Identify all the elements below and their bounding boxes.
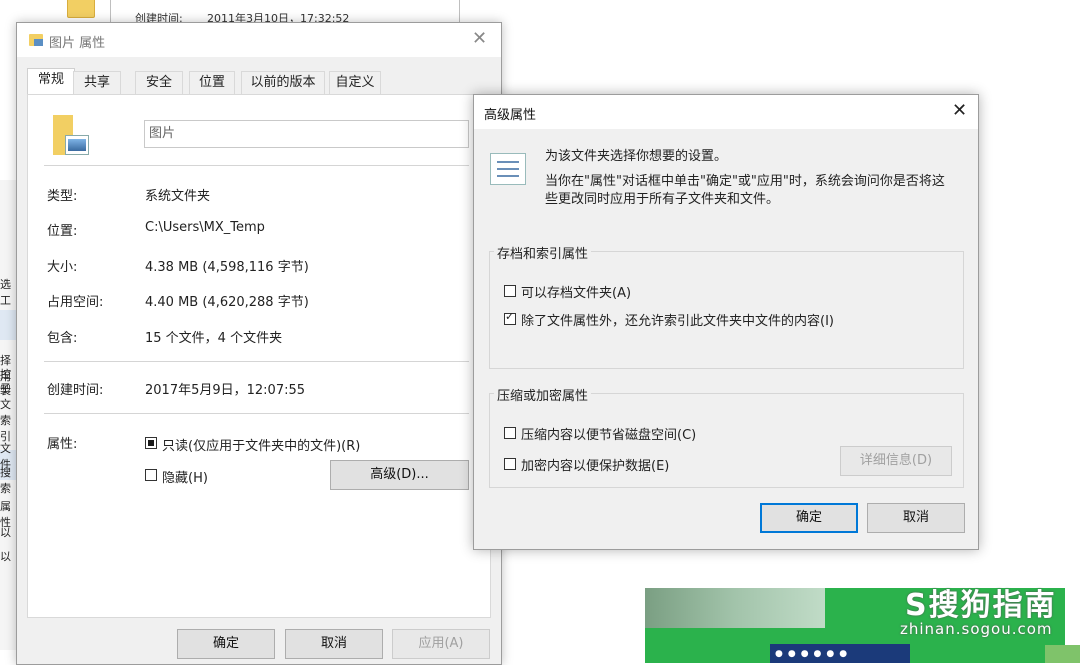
created-label: 创建时间: bbox=[47, 383, 104, 398]
contains-value: 15 个文件，4 个文件夹 bbox=[145, 331, 283, 346]
folder-icon bbox=[67, 0, 95, 18]
properties-titlebar[interactable]: 图片 属性 ✕ bbox=[17, 23, 501, 57]
created-value: 2017年5月9日，12:07:55 bbox=[145, 383, 306, 398]
attributes-label: 属性: bbox=[47, 437, 78, 452]
readonly-label: 只读(仅应用于文件夹中的文件)(R) bbox=[162, 439, 361, 454]
advanced-button[interactable]: 高级(D)... bbox=[330, 460, 469, 490]
tab-security[interactable]: 安全 bbox=[135, 71, 183, 94]
advanced-desc-line1: 为该文件夹选择你想要的设置。 bbox=[545, 149, 728, 164]
ok-button[interactable]: 确定 bbox=[760, 503, 858, 533]
contains-label: 包含: bbox=[47, 331, 78, 346]
sogou-watermark-logo: S搜狗指南 bbox=[905, 588, 1057, 623]
type-value: 系统文件夹 bbox=[145, 189, 211, 204]
divider bbox=[44, 165, 469, 166]
tab-general[interactable]: 常规 bbox=[27, 68, 75, 95]
index-checkbox[interactable] bbox=[504, 310, 516, 325]
divider bbox=[44, 361, 469, 362]
bg-fragment: 以 bbox=[0, 526, 11, 539]
settings-list-icon bbox=[490, 153, 526, 185]
folder-picture-icon bbox=[29, 34, 43, 46]
bg-fragment: 以 bbox=[0, 550, 11, 563]
tab-location[interactable]: 位置 bbox=[189, 71, 235, 94]
ok-button[interactable]: 确定 bbox=[177, 629, 275, 659]
tab-customize[interactable]: 自定义 bbox=[329, 71, 381, 94]
index-label: 除了文件属性外，还允许索引此文件夹中文件的内容(I) bbox=[521, 314, 834, 329]
properties-dialog: 图片 属性 ✕ 常规 共享 安全 位置 以前的版本 自定义 图片 类型: 系统文… bbox=[16, 22, 502, 665]
cancel-button[interactable]: 取消 bbox=[285, 629, 383, 659]
background-corner bbox=[1045, 645, 1080, 663]
tab-sharing[interactable]: 共享 bbox=[73, 71, 121, 94]
folder-name-input[interactable]: 图片 bbox=[144, 120, 469, 148]
readonly-checkbox[interactable] bbox=[145, 437, 157, 449]
size-label: 大小: bbox=[47, 260, 78, 275]
close-icon[interactable]: ✕ bbox=[472, 28, 487, 49]
type-label: 类型: bbox=[47, 189, 78, 204]
compress-group-title: 压缩或加密属性 bbox=[494, 385, 592, 404]
advanced-titlebar[interactable]: 高级属性 ✕ bbox=[474, 95, 978, 129]
archive-group-title: 存档和索引属性 bbox=[494, 243, 592, 262]
advanced-attributes-dialog: 高级属性 ✕ 为该文件夹选择你想要的设置。 当你在"属性"对话框中单击"确定"或… bbox=[473, 94, 979, 550]
sogou-watermark-url: zhinan.sogou.com bbox=[900, 620, 1053, 638]
advanced-desc-line2: 当你在"属性"对话框中单击"确定"或"应用"时，系统会询问你是否将这 bbox=[545, 174, 945, 189]
divider bbox=[44, 413, 469, 414]
cancel-button[interactable]: 取消 bbox=[867, 503, 965, 533]
properties-title: 图片 属性 bbox=[49, 36, 106, 51]
advanced-title: 高级属性 bbox=[484, 108, 537, 123]
encrypt-label: 加密内容以便保护数据(E) bbox=[521, 459, 670, 474]
location-label: 位置: bbox=[47, 224, 78, 239]
archive-label: 可以存档文件夹(A) bbox=[521, 286, 632, 301]
size-value: 4.38 MB (4,598,116 字节) bbox=[145, 260, 309, 275]
size-on-disk-label: 占用空间: bbox=[47, 295, 104, 310]
advanced-desc-line3: 些更改同时应用于所有子文件夹和文件。 bbox=[545, 192, 780, 207]
folder-icon-large bbox=[53, 115, 89, 155]
apply-button[interactable]: 应用(A) bbox=[392, 629, 490, 659]
location-value: C:\Users\MX_Temp bbox=[145, 220, 265, 235]
tab-previous-versions[interactable]: 以前的版本 bbox=[241, 71, 325, 94]
archive-checkbox[interactable] bbox=[504, 285, 516, 297]
size-on-disk-value: 4.40 MB (4,620,288 字节) bbox=[145, 295, 309, 310]
details-button[interactable]: 详细信息(D) bbox=[840, 446, 952, 476]
compress-label: 压缩内容以便节省磁盘空间(C) bbox=[521, 428, 697, 443]
close-icon[interactable]: ✕ bbox=[952, 100, 967, 121]
compress-checkbox[interactable] bbox=[504, 427, 516, 439]
general-panel bbox=[27, 94, 491, 618]
hidden-label: 隐藏(H) bbox=[162, 471, 208, 486]
hidden-checkbox[interactable] bbox=[145, 469, 157, 481]
encrypt-checkbox[interactable] bbox=[504, 458, 516, 470]
